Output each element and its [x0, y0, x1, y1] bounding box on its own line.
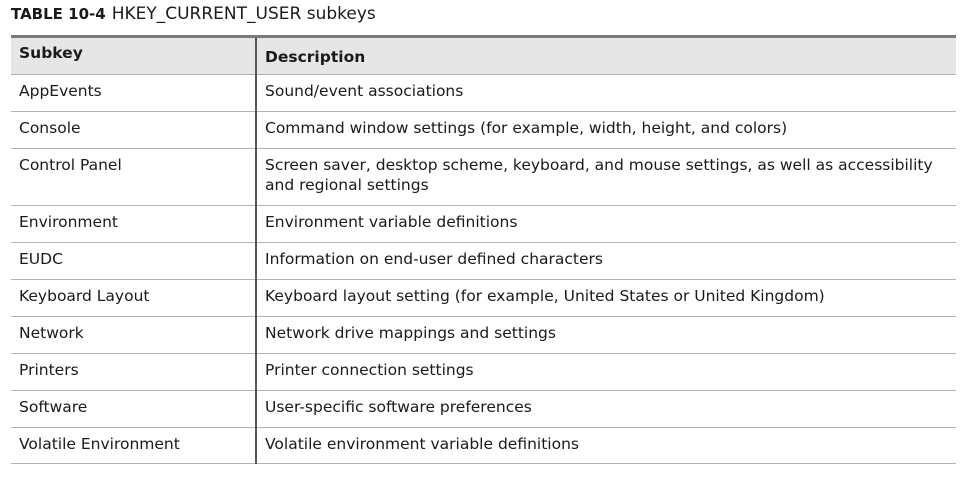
description-cell: Keyboard layout setting (for example, Un… [255, 279, 956, 317]
description-cell: Screen saver, desktop scheme, keyboard, … [255, 148, 956, 206]
subkeys-table: Subkey Description AppEvents Sound/event… [11, 35, 956, 464]
description-cell: Sound/event associations [255, 74, 956, 112]
subkey-cell: Console [11, 111, 256, 149]
subkey-cell: Printers [11, 353, 256, 391]
description-cell: User-specific software preferences [255, 390, 956, 428]
table-row: Volatile Environment Volatile environmen… [11, 427, 956, 464]
description-cell: Command window settings (for example, wi… [255, 111, 956, 149]
table-row: Printers Printer connection settings [11, 353, 956, 391]
table-row: Control Panel Screen saver, desktop sche… [11, 148, 956, 206]
table-row: AppEvents Sound/event associations [11, 74, 956, 112]
table-row: Network Network drive mappings and setti… [11, 316, 956, 354]
table-title: HKEY_CURRENT_USER subkeys [111, 4, 376, 24]
description-cell: Volatile environment variable definition… [255, 427, 956, 464]
subkey-cell: Network [11, 316, 256, 354]
subkey-cell: Software [11, 390, 256, 428]
header-row: Subkey Description [11, 35, 956, 75]
table-row: Console Command window settings (for exa… [11, 111, 956, 149]
table-header: Subkey Description [11, 35, 956, 75]
subkey-cell: Environment [11, 205, 256, 243]
table-row: EUDC Information on end-user defined cha… [11, 242, 956, 280]
subkey-cell: AppEvents [11, 74, 256, 112]
table-row: Environment Environment variable definit… [11, 205, 956, 243]
column-header-description: Description [255, 35, 956, 75]
subkey-cell: EUDC [11, 242, 256, 280]
table-row: Software User-specific software preferen… [11, 390, 956, 428]
description-cell: Network drive mappings and settings [255, 316, 956, 354]
description-cell: Printer connection settings [255, 353, 956, 391]
subkey-cell: Keyboard Layout [11, 279, 256, 317]
description-cell: Information on end-user defined characte… [255, 242, 956, 280]
table-caption: TABLE 10-4 HKEY_CURRENT_USER subkeys [11, 4, 376, 24]
column-header-subkey: Subkey [11, 35, 256, 75]
subkey-cell: Volatile Environment [11, 427, 256, 464]
description-cell: Environment variable definitions [255, 205, 956, 243]
subkey-cell: Control Panel [11, 148, 256, 206]
table-body: AppEvents Sound/event associations Conso… [11, 74, 956, 464]
table-row: Keyboard Layout Keyboard layout setting … [11, 279, 956, 317]
table-number: TABLE 10-4 [11, 5, 106, 23]
subkeys-table-container: Subkey Description AppEvents Sound/event… [11, 35, 956, 464]
